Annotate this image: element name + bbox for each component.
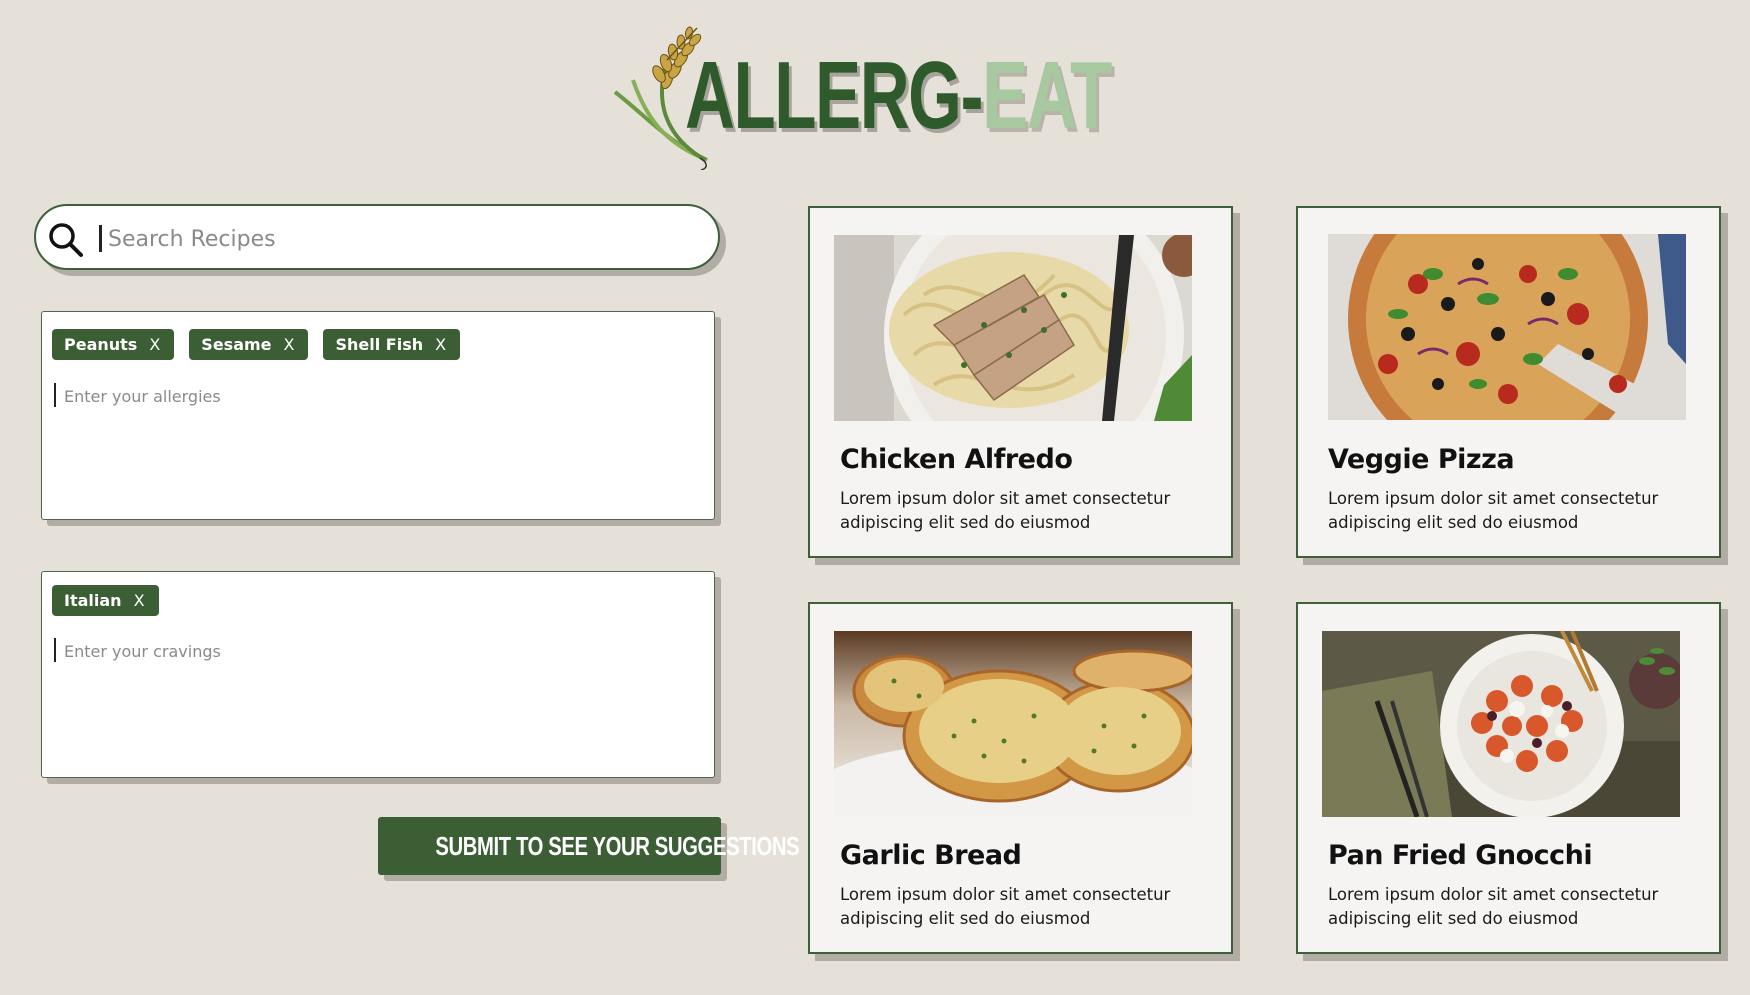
recipe-title: Garlic Bread bbox=[840, 840, 1022, 871]
recipe-description: Lorem ipsum dolor sit amet consectetur a… bbox=[1328, 885, 1659, 928]
recipe-card[interactable]: Veggie Pizza Lorem ipsum dolor sit amet … bbox=[1296, 206, 1721, 558]
tag-remove-button[interactable]: X bbox=[134, 591, 145, 610]
search-input[interactable] bbox=[106, 218, 690, 260]
allergies-field[interactable]: Peanuts X Sesame X Shell Fish X bbox=[41, 311, 715, 520]
allergy-tag: Peanuts X bbox=[52, 329, 175, 360]
app-logo: ALLERG-EAT bbox=[605, 20, 1112, 170]
allergy-tags: Peanuts X Sesame X Shell Fish X bbox=[52, 329, 461, 360]
submit-button-label: SUBMIT TO SEE YOUR SUGGESTIONS bbox=[435, 830, 800, 861]
recipe-title: Chicken Alfredo bbox=[840, 444, 1073, 475]
tag-remove-button[interactable]: X bbox=[435, 335, 446, 354]
logo-text-dark: ALLERG- bbox=[685, 42, 984, 149]
text-cursor bbox=[54, 638, 56, 662]
text-cursor bbox=[99, 225, 102, 252]
tag-remove-button[interactable]: X bbox=[284, 335, 295, 354]
search-icon[interactable] bbox=[46, 220, 86, 260]
tag-remove-button[interactable]: X bbox=[149, 335, 160, 354]
text-cursor bbox=[54, 383, 56, 407]
tag-label: Sesame bbox=[201, 335, 272, 354]
recipe-title: Pan Fried Gnocchi bbox=[1328, 840, 1593, 871]
tag-label: Peanuts bbox=[64, 335, 138, 354]
logo-text-light: EAT bbox=[982, 42, 1112, 149]
recipe-image-garlic-bread bbox=[834, 631, 1192, 817]
allergy-tag: Sesame X bbox=[189, 329, 309, 360]
craving-tag: Italian X bbox=[52, 585, 159, 616]
recipe-description: Lorem ipsum dolor sit amet consectetur a… bbox=[840, 885, 1171, 928]
cravings-field[interactable]: Italian X bbox=[41, 571, 715, 778]
tag-label: Italian bbox=[64, 591, 122, 610]
allergies-input[interactable] bbox=[62, 380, 666, 412]
recipe-image-chicken-alfredo bbox=[834, 235, 1192, 421]
recipe-image-veggie-pizza bbox=[1328, 234, 1686, 420]
logo-wordmark: ALLERG-EAT bbox=[685, 48, 1112, 144]
submit-button[interactable]: SUBMIT TO SEE YOUR SUGGESTIONS bbox=[378, 817, 800, 875]
recipe-title: Veggie Pizza bbox=[1328, 444, 1515, 475]
allergy-tag: Shell Fish X bbox=[323, 329, 461, 360]
tag-label: Shell Fish bbox=[335, 335, 424, 354]
recipe-description: Lorem ipsum dolor sit amet consectetur a… bbox=[1328, 489, 1659, 532]
search-bar[interactable] bbox=[34, 204, 720, 270]
craving-tags: Italian X bbox=[52, 585, 159, 616]
recipe-card[interactable]: Garlic Bread Lorem ipsum dolor sit amet … bbox=[808, 602, 1233, 954]
recipe-image-pan-fried-gnocchi bbox=[1322, 631, 1680, 817]
recipe-card[interactable]: Pan Fried Gnocchi Lorem ipsum dolor sit … bbox=[1296, 602, 1721, 954]
cravings-input[interactable] bbox=[62, 635, 666, 667]
recipe-description: Lorem ipsum dolor sit amet consectetur a… bbox=[840, 489, 1171, 532]
recipe-card[interactable]: Chicken Alfredo Lorem ipsum dolor sit am… bbox=[808, 206, 1233, 558]
